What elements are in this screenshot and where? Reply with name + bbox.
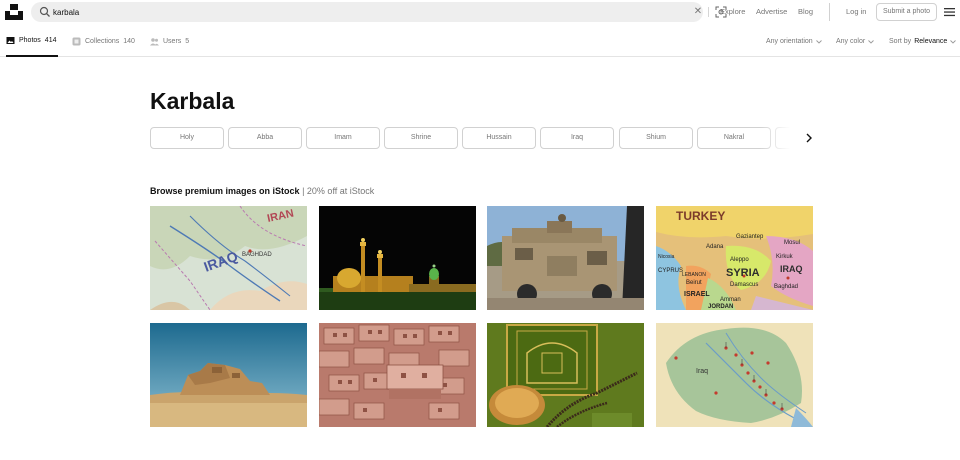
related-chip[interactable]: Iraq	[540, 127, 614, 149]
nav-explore[interactable]: Explore	[720, 7, 745, 16]
tab-users-count: 5	[185, 38, 190, 45]
map-label: TURKEY	[676, 209, 725, 223]
map-label: Gaziantep	[736, 234, 764, 240]
istock-title: Browse premium images on iStock	[150, 186, 300, 196]
related-chip[interactable]: Shium	[619, 127, 693, 149]
tab-photos-count: 414	[44, 37, 57, 44]
color-filter[interactable]: Any color	[836, 38, 875, 45]
prayer-mat-image	[487, 323, 644, 427]
orientation-filter[interactable]: Any orientation	[766, 38, 822, 45]
shrine-image	[319, 206, 476, 310]
tab-users-label: Users	[163, 38, 182, 45]
nav-blog[interactable]: Blog	[798, 7, 813, 16]
chevron-down-icon	[950, 39, 957, 44]
military-vehicle-image	[487, 206, 644, 310]
middle-east-map-photo[interactable]: TURKEY SYRIA IRAQ Damascus Baghdad Beiru…	[656, 206, 813, 310]
tab-collections-label: Collections	[85, 38, 120, 45]
istock-separator: |	[302, 186, 305, 196]
search-tabs: Photos 414 Collections 140 Users 5 Any o…	[0, 26, 960, 57]
military-vehicle-photo[interactable]	[487, 206, 644, 310]
tab-collections[interactable]: Collections 140	[72, 26, 135, 57]
top-bar: ✕ Explore Advertise Blog Log in Submit a…	[0, 0, 960, 26]
prayer-mat-photo[interactable]	[487, 323, 644, 427]
photo-icon	[6, 37, 15, 44]
map-label: Damascus	[730, 282, 758, 288]
users-icon	[150, 38, 159, 46]
map-label: IRAQ	[780, 264, 803, 274]
map-label: Beirut	[686, 280, 702, 286]
map-label: ISRAEL	[684, 291, 710, 298]
map-label: Aleppo	[730, 257, 749, 263]
nav-advertise[interactable]: Advertise	[756, 7, 787, 16]
related-chip[interactable]: Hussain	[462, 127, 536, 149]
map-label: SYRIA	[726, 267, 760, 279]
nav-divider	[829, 3, 830, 21]
related-chip[interactable]: Imam	[306, 127, 380, 149]
collection-icon	[72, 37, 81, 46]
search-input[interactable]	[53, 4, 653, 20]
menu-icon[interactable]	[944, 7, 955, 17]
clay-bricks-image	[319, 323, 476, 427]
tab-collections-count: 140	[123, 38, 135, 45]
istock-offer: 20% off at iStock	[306, 186, 375, 196]
orientation-filter-label: Any orientation	[766, 38, 813, 45]
clay-bricks-photo[interactable]	[319, 323, 476, 427]
related-chip[interactable]: Abba	[228, 127, 302, 149]
map-label: Kirkuk	[776, 254, 794, 260]
shrine-night-photo[interactable]	[319, 206, 476, 310]
map-label: Iraq	[696, 368, 708, 375]
unsplash-logo-icon[interactable]	[5, 4, 23, 20]
related-chip[interactable]: Shrine	[384, 127, 458, 149]
iraq-pin-map-photo[interactable]: Iraq	[656, 323, 813, 427]
middle-east-map-image: TURKEY SYRIA IRAQ Damascus Baghdad Beiru…	[656, 206, 813, 310]
iraq-pin-map-image: Iraq	[656, 323, 813, 427]
map-label: CYPRUS	[658, 268, 683, 274]
sort-filter[interactable]: Sort by Relevance	[889, 38, 957, 45]
search-bar: ✕	[31, 2, 727, 22]
color-filter-label: Any color	[836, 38, 866, 45]
chevron-down-icon	[815, 39, 822, 44]
desert-ruins-photo[interactable]	[150, 323, 307, 427]
map-label: LEBANON	[682, 272, 706, 278]
tab-photos[interactable]: Photos 414	[6, 26, 59, 57]
map-label: JORDAN	[708, 304, 733, 310]
map-label: Nicosia	[658, 254, 675, 260]
chevron-right-icon[interactable]	[803, 132, 815, 144]
chevron-down-icon	[868, 39, 875, 44]
related-chip[interactable]: Holy	[150, 127, 224, 149]
tab-users[interactable]: Users 5	[150, 26, 189, 57]
submit-photo-button[interactable]: Submit a photo	[876, 3, 937, 21]
sort-prefix: Sort by	[889, 38, 912, 45]
iraq-map-image: IRAN IRAQ BAGHDAD	[150, 206, 307, 310]
tab-photos-label: Photos	[19, 37, 41, 44]
map-label: Amman	[720, 297, 741, 303]
page-title: Karbala	[150, 88, 235, 114]
istock-banner[interactable]: Browse premium images on iStock | 20% of…	[150, 186, 374, 196]
map-label: BAGHDAD	[242, 252, 272, 258]
desert-ruins-image	[150, 323, 307, 427]
iraq-map-photo[interactable]: IRAN IRAQ BAGHDAD	[150, 206, 307, 310]
search-divider	[708, 7, 709, 17]
search-icon[interactable]	[39, 6, 51, 18]
login-link[interactable]: Log in	[846, 7, 866, 16]
map-label: Adana	[706, 244, 724, 250]
sort-value: Relevance	[914, 38, 948, 45]
map-label: Mosul	[784, 240, 800, 246]
map-label: Baghdad	[774, 284, 798, 290]
clear-icon[interactable]: ✕	[691, 5, 705, 19]
